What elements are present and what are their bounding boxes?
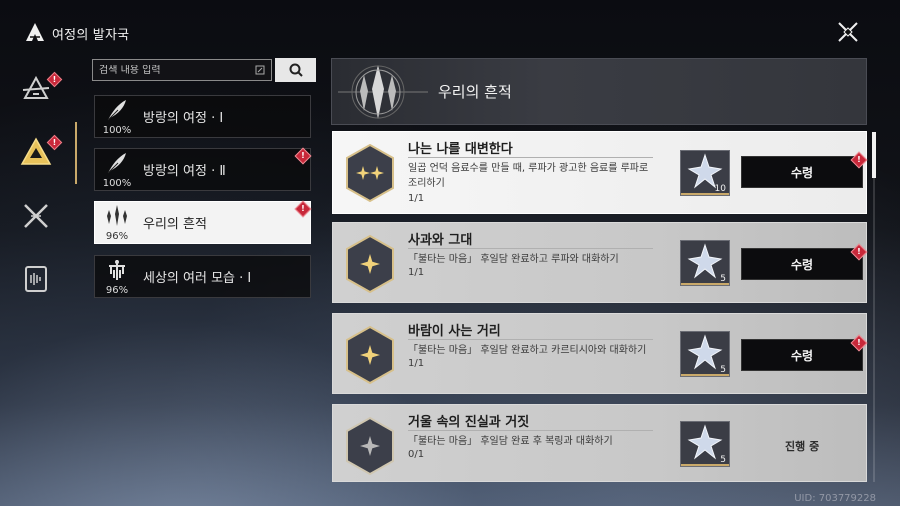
search-field[interactable] (92, 59, 272, 81)
search-button[interactable] (275, 58, 316, 82)
quest-hexagon-icon (346, 417, 394, 475)
category-progress: 96% (105, 231, 129, 242)
rail-tab-4[interactable] (18, 261, 54, 297)
quest-card[interactable]: 사과와 그대 「불타는 마음」 후일담 완료하고 루파와 대화하기 1/1 5 … (332, 222, 868, 303)
claim-label: 수령 (790, 165, 814, 180)
active-tab-indicator (75, 122, 77, 184)
notification-badge: ! (850, 334, 868, 352)
divider (408, 339, 653, 340)
quest-progress: 1/1 (408, 193, 425, 204)
divider (408, 157, 653, 158)
feather-icon: 100% (99, 149, 135, 190)
category-progress: 96% (105, 285, 129, 296)
quest-description: 「불타는 마음」 후일담 완료 후 복링과 대화하기 (408, 436, 613, 447)
quest-description: 「불타는 마음」 후일담 완료하고 루파와 대화하기 (408, 254, 619, 265)
app-logo-icon (24, 21, 46, 43)
reward-rarity-bar (681, 464, 729, 466)
notification-badge: ! (850, 243, 868, 261)
quest-title: 거울 속의 진실과 거짓 (408, 415, 530, 430)
quest-hexagon-icon (346, 326, 394, 384)
quest-hexagon-icon (346, 144, 394, 202)
quest-status: 진행 중 (785, 440, 820, 453)
reward-item[interactable]: 10 (680, 150, 730, 196)
quest-progress: 1/1 (408, 358, 425, 369)
rail-tab-1[interactable]: ! (18, 71, 63, 107)
category-label: 우리의 흔적 (143, 217, 207, 232)
claim-button[interactable]: 수령 ! (741, 243, 868, 280)
page-title: 여정의 발자국 (52, 28, 130, 43)
reward-item[interactable]: 5 (680, 331, 730, 377)
notification-badge: ! (294, 200, 312, 218)
reward-rarity-bar (681, 374, 729, 376)
reward-rarity-bar (681, 193, 729, 195)
quest-card[interactable]: 바람이 사는 거리 「불타는 마음」 후일담 완료하고 카르티시아와 대화하기 … (332, 313, 868, 394)
reward-rarity-bar (681, 283, 729, 285)
quest-progress: 1/1 (408, 267, 425, 278)
quest-hexagon-icon (346, 235, 394, 293)
category-item-wandering-1[interactable]: 100% 방랑의 여정 · Ⅰ (94, 95, 311, 138)
search-input[interactable] (99, 64, 255, 76)
category-label: 세상의 여러 모습 · Ⅰ (143, 271, 252, 286)
quest-title: 바람이 사는 거리 (408, 324, 501, 339)
quest-title: 나는 나를 대변한다 (408, 142, 513, 157)
claim-button[interactable]: 수령 ! (741, 151, 868, 188)
category-label: 방랑의 여정 · Ⅱ (143, 164, 226, 179)
quest-card[interactable]: 나는 나를 대변한다 일곱 언덕 음료수를 만들 때, 루파가 광고한 음료를 … (332, 131, 868, 214)
category-rail: ! ! (0, 55, 75, 315)
claim-button[interactable]: 수령 ! (741, 334, 868, 371)
search-icon (289, 63, 303, 77)
book-icon (25, 266, 47, 292)
divider (408, 248, 653, 249)
claim-label: 수령 (790, 348, 814, 363)
category-label: 방랑의 여정 · Ⅰ (143, 111, 224, 126)
notification-badge: ! (850, 151, 868, 169)
scrollbar-thumb[interactable] (872, 132, 876, 178)
category-progress: 100% (102, 178, 132, 189)
close-button[interactable] (834, 18, 862, 46)
quest-progress: 0/1 (408, 449, 425, 460)
rail-tab-2-active[interactable]: ! (18, 134, 63, 170)
tree-icon: 96% (99, 256, 135, 297)
sparkle-icon: 96% (99, 202, 135, 243)
sparkle-emblem-icon (338, 65, 428, 119)
scrollbar-track[interactable] (873, 132, 875, 482)
category-item-world-faces-1[interactable]: 96% 세상의 여러 모습 · Ⅰ (94, 255, 311, 298)
category-item-wandering-2[interactable]: 100% 방랑의 여정 · Ⅱ ! (94, 147, 312, 191)
uid-label: UID: 703779228 (794, 493, 876, 504)
rail-tab-3[interactable] (18, 198, 54, 234)
close-icon (838, 22, 858, 42)
quest-description: 「불타는 마음」 후일담 완료하고 카르티시아와 대화하기 (408, 345, 647, 356)
edit-icon (255, 65, 265, 75)
claim-label: 수령 (790, 257, 814, 272)
section-banner: 우리의 흔적 (331, 58, 867, 125)
notification-badge: ! (294, 147, 312, 165)
feather-icon: 100% (99, 96, 135, 137)
section-title: 우리의 흔적 (438, 83, 512, 101)
reward-item[interactable]: 5 (680, 421, 730, 467)
divider (408, 430, 653, 431)
category-item-our-traces[interactable]: 96% 우리의 흔적 ! (94, 200, 312, 244)
crossed-swords-icon (24, 204, 48, 228)
category-progress: 100% (102, 125, 132, 136)
quest-card[interactable]: 거울 속의 진실과 거짓 「불타는 마음」 후일담 완료 후 복링과 대화하기 … (332, 404, 867, 482)
quest-title: 사과와 그대 (408, 233, 473, 248)
quest-description: 일곱 언덕 음료수를 만들 때, 루파가 광고한 음료를 루파로 조리하기 (408, 163, 649, 189)
reward-item[interactable]: 5 (680, 240, 730, 286)
